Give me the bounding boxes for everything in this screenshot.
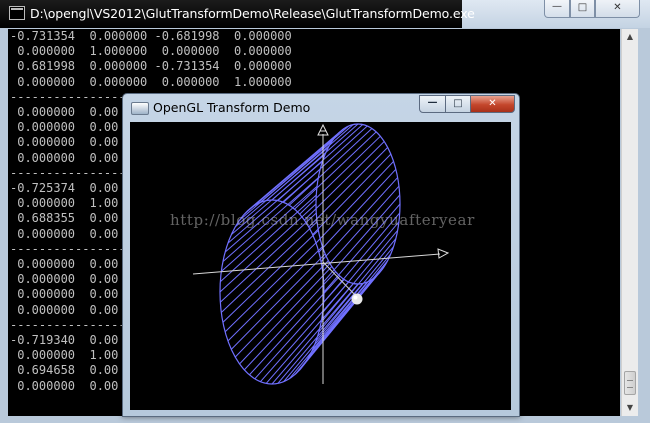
- console-scrollbar[interactable]: ▲ ▼: [621, 29, 638, 416]
- maximize-icon: □: [577, 2, 588, 13]
- z-axis-sphere-highlight: [353, 295, 358, 300]
- scene-svg: [192, 123, 450, 385]
- gl-close-button[interactable]: ✕: [470, 95, 515, 113]
- cylinder-ruling-line: [277, 124, 364, 201]
- z-axis-sphere-icon: [351, 293, 363, 305]
- console-minimize-button[interactable]: —: [544, 0, 570, 18]
- gl-window: OpenGL Transform Demo — □ ✕: [122, 93, 520, 417]
- cylinder-ruling-line: [315, 161, 394, 244]
- console-title: D:\opengl\VS2012\GlutTransformDemo\Relea…: [30, 6, 475, 21]
- wireframe-cylinder: [219, 123, 401, 385]
- cylinder-ruling-line: [249, 275, 341, 376]
- gl-maximize-button[interactable]: □: [445, 95, 471, 113]
- scroll-down-arrow-icon[interactable]: ▼: [622, 400, 638, 416]
- cylinder-ruling-line: [265, 283, 354, 384]
- console-app-icon[interactable]: [9, 6, 25, 20]
- gl-window-title: OpenGL Transform Demo: [153, 100, 311, 115]
- maximize-icon: □: [453, 98, 463, 109]
- cylinder-ruling-line: [308, 147, 389, 228]
- cylinder-ruling-line: [220, 185, 318, 272]
- cylinder-ruling-line: [277, 283, 364, 384]
- gl-minimize-button[interactable]: —: [419, 95, 446, 113]
- gl-app-icon[interactable]: [131, 102, 149, 115]
- cylinder-ruling-line: [265, 124, 354, 201]
- minimize-icon: —: [427, 97, 438, 108]
- cylinder-ruling-line: [299, 135, 381, 215]
- close-icon: ✕: [613, 2, 622, 13]
- minimize-icon: —: [552, 1, 562, 12]
- x-axis-arrow-icon: [437, 248, 450, 259]
- scroll-up-arrow-icon[interactable]: ▲: [622, 29, 638, 45]
- cylinder-ruling-line: [312, 153, 392, 235]
- close-icon: ✕: [488, 98, 497, 109]
- console-close-button[interactable]: ✕: [595, 0, 640, 18]
- cylinder-back-rim: [315, 123, 401, 285]
- scroll-thumb[interactable]: [624, 371, 636, 395]
- cylinder-ruling-line: [320, 230, 398, 323]
- cylinder-ruling-line: [260, 281, 350, 383]
- console-titlebar[interactable]: D:\opengl\VS2012\GlutTransformDemo\Relea…: [0, 0, 650, 28]
- gl-render-canvas[interactable]: [130, 122, 511, 410]
- cylinder-ruling-line: [271, 283, 359, 385]
- console-maximize-button[interactable]: □: [570, 0, 595, 18]
- cylinder-ruling-line: [323, 194, 401, 283]
- y-axis-arrow-icon: [317, 123, 329, 136]
